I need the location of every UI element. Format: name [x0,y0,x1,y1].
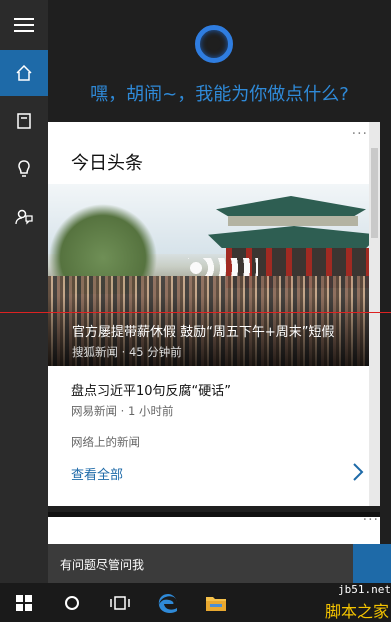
card-title: 今日头条 [71,153,143,174]
task-view-icon [110,595,130,610]
scrollbar[interactable] [369,122,380,506]
hero-news-item[interactable]: 官方屡提带薪休假 鼓励“周五下午+周末”短假 搜狐新闻 · 45 分钟前 [48,184,380,366]
news-item-meta: 网易新闻 · 1 小时前 [71,404,174,418]
menu-icon [14,18,34,32]
cortana-panel: 嘿，胡闹~，我能为你做点什么? ··· 今日头条 官方屡提带薪休假 鼓励“周五下… [48,0,391,583]
cortana-logo-icon [195,25,233,63]
windows-start-icon [16,594,32,611]
web-news-label: 网络上的新闻 [71,435,140,449]
hero-meta: 搜狐新闻 · 45 分钟前 [72,345,182,359]
scrollbar-thumb[interactable] [371,148,378,238]
red-divider-line [0,312,391,313]
greeting-text: 嘿，胡闹~，我能为你做点什么? [90,84,349,105]
hero-headline: 官方屡提带薪休假 鼓励“周五下午+周末”短假 [72,325,335,340]
hamburger-menu-button[interactable] [0,2,48,48]
file-explorer-button[interactable] [192,583,240,622]
sidebar-item-reminders[interactable] [0,146,48,192]
home-icon [16,65,32,81]
lightbulb-icon [18,160,30,177]
start-button[interactable] [0,583,48,622]
sidebar-item-feedback[interactable] [0,194,48,240]
search-input[interactable]: 有问题尽管问我 [60,556,144,573]
see-all-link[interactable]: 查看全部 [71,464,123,483]
watermark-site: jb51.net [338,583,391,596]
taskbar-app[interactable] [240,583,288,622]
notebook-icon [17,113,31,129]
sidebar-item-notebook[interactable] [0,98,48,144]
next-card-more-button[interactable]: ··· [363,512,379,528]
news-item-title[interactable]: 盘点习近平10句反腐“硬话” [71,380,231,399]
next-card [48,512,380,548]
edge-button[interactable] [144,583,192,622]
card-more-button[interactable]: ··· [352,126,368,142]
watermark-name: 脚本之家 [324,602,389,621]
edge-icon [158,593,177,613]
cortana-button[interactable] [48,583,96,622]
sidebar [0,0,48,583]
search-box[interactable]: 有问题尽管问我 [48,544,391,583]
news-card: ··· 今日头条 官方屡提带薪休假 鼓励“周五下午+周末”短假 搜狐新闻 · 4… [48,122,380,506]
file-explorer-icon [206,596,226,611]
chevron-right-icon[interactable] [352,462,364,482]
feedback-icon [15,209,33,225]
cortana-circle-icon [65,595,79,610]
sidebar-item-home[interactable] [0,50,48,96]
task-view-button[interactable] [96,583,144,622]
search-button[interactable] [353,544,391,583]
